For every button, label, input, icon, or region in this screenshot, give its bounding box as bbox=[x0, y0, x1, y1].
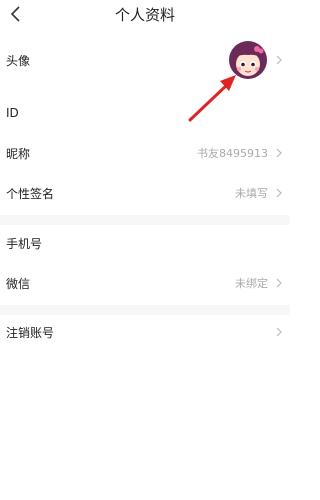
phone-row[interactable]: 手机号 bbox=[0, 233, 290, 253]
id-label: ID bbox=[6, 106, 19, 120]
nickname-row[interactable]: 昵称 书友8495913 bbox=[0, 143, 290, 163]
wechat-value: 未绑定 bbox=[235, 277, 268, 290]
chevron-right-icon bbox=[274, 148, 284, 158]
header: 个人资料 bbox=[0, 0, 290, 30]
chevron-right-icon bbox=[274, 55, 284, 65]
nickname-value: 书友8495913 bbox=[197, 147, 268, 160]
signature-row[interactable]: 个性签名 未填写 bbox=[0, 183, 290, 203]
deregister-label: 注销账号 bbox=[6, 325, 55, 340]
nickname-label: 昵称 bbox=[6, 146, 31, 161]
section-separator bbox=[0, 305, 290, 315]
avatar-row[interactable]: 头像 bbox=[0, 40, 290, 80]
avatar-image bbox=[229, 41, 267, 79]
signature-value: 未填写 bbox=[235, 187, 268, 200]
avatar[interactable] bbox=[228, 40, 268, 80]
id-row: ID bbox=[0, 103, 290, 123]
page-title: 个人资料 bbox=[114, 6, 175, 24]
chevron-right-icon bbox=[274, 327, 284, 337]
chevron-right-icon bbox=[274, 188, 284, 198]
deregister-row[interactable]: 注销账号 bbox=[0, 322, 290, 342]
signature-label: 个性签名 bbox=[6, 186, 55, 201]
wechat-label: 微信 bbox=[6, 276, 31, 291]
wechat-row[interactable]: 微信 未绑定 bbox=[0, 273, 290, 293]
section-separator bbox=[0, 215, 290, 225]
avatar-label: 头像 bbox=[6, 53, 31, 68]
chevron-right-icon bbox=[274, 278, 284, 288]
phone-label: 手机号 bbox=[6, 236, 43, 251]
